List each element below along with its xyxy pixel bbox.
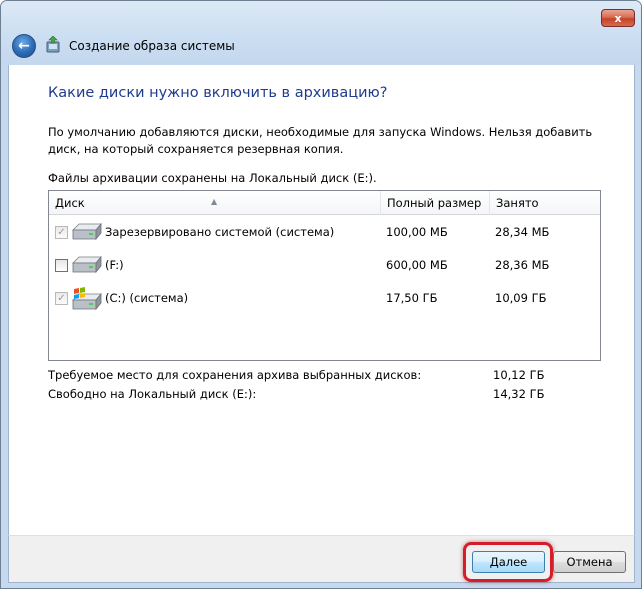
column-disk-label: Диск [55,196,85,210]
next-button-mnemonic: Д [489,555,499,569]
disk-row[interactable]: (F:) 600,00 МБ 28,36 МБ [49,250,600,280]
disk-size: 17,50 ГБ [386,291,438,305]
page-heading: Какие диски нужно включить в архивацию? [48,85,388,101]
column-header-used[interactable]: Занято [490,191,600,215]
window-frame-top [1,1,641,65]
disk-list[interactable]: Диск ▲ Полный размер Занято ✓ Зарезервир… [48,190,601,361]
wizard-footer: Далее Отмена [8,535,635,583]
cancel-button-label: Отмена [566,555,613,569]
disk-size: 600,00 МБ [386,258,448,272]
sort-up-icon: ▲ [211,197,218,206]
close-button[interactable]: x [601,9,635,27]
backup-location-label: Файлы архивации сохранены на Локальный д… [48,171,377,185]
required-space-value: 10,12 ГБ [493,368,545,382]
disk-checkbox[interactable] [55,259,68,272]
windows-drive-icon [72,287,102,311]
disk-row[interactable]: ✓ Зарезервировано системой (система) 100… [49,217,600,247]
disk-checkbox[interactable]: ✓ [55,226,68,239]
wizard-content: Какие диски нужно включить в архивацию? … [8,65,635,535]
system-image-icon [46,36,60,53]
column-header-size[interactable]: Полный размер [381,191,490,215]
cancel-button[interactable]: Отмена [553,551,626,573]
required-space-label: Требуемое место для сохранения архива вы… [48,368,422,382]
disk-name: Зарезервировано системой (система) [105,225,335,239]
column-used-label: Занято [496,196,539,210]
wizard-window: x ← Создание образа системы Какие диски … [0,0,642,589]
disk-size: 100,00 МБ [386,225,448,239]
disk-used: 28,36 МБ [495,258,550,272]
disk-row[interactable]: ✓ (C:) (система) 17,50 ГБ 10,09 ГБ [49,283,600,313]
hard-drive-icon [72,255,102,274]
disk-used: 10,09 ГБ [495,291,547,305]
next-button-label: алее [498,555,528,569]
next-button[interactable]: Далее [472,551,545,573]
disk-list-header: Диск ▲ Полный размер Занято [49,191,600,215]
window-title: Создание образа системы [69,39,235,53]
page-description: По умолчанию добавляются диски, необходи… [48,125,593,156]
column-header-disk[interactable]: Диск ▲ [49,191,381,215]
disk-checkbox[interactable]: ✓ [55,292,68,305]
hard-drive-icon [72,222,102,241]
disk-name: (C:) (система) [105,291,189,305]
free-space-label: Свободно на Локальный диск (E:): [48,387,257,401]
arrow-left-icon: ← [18,38,30,54]
disk-used: 28,34 МБ [495,225,550,239]
free-space-value: 14,32 ГБ [493,387,545,401]
column-size-label: Полный размер [387,196,482,210]
disk-name: (F:) [105,258,124,272]
back-button[interactable]: ← [12,34,36,58]
